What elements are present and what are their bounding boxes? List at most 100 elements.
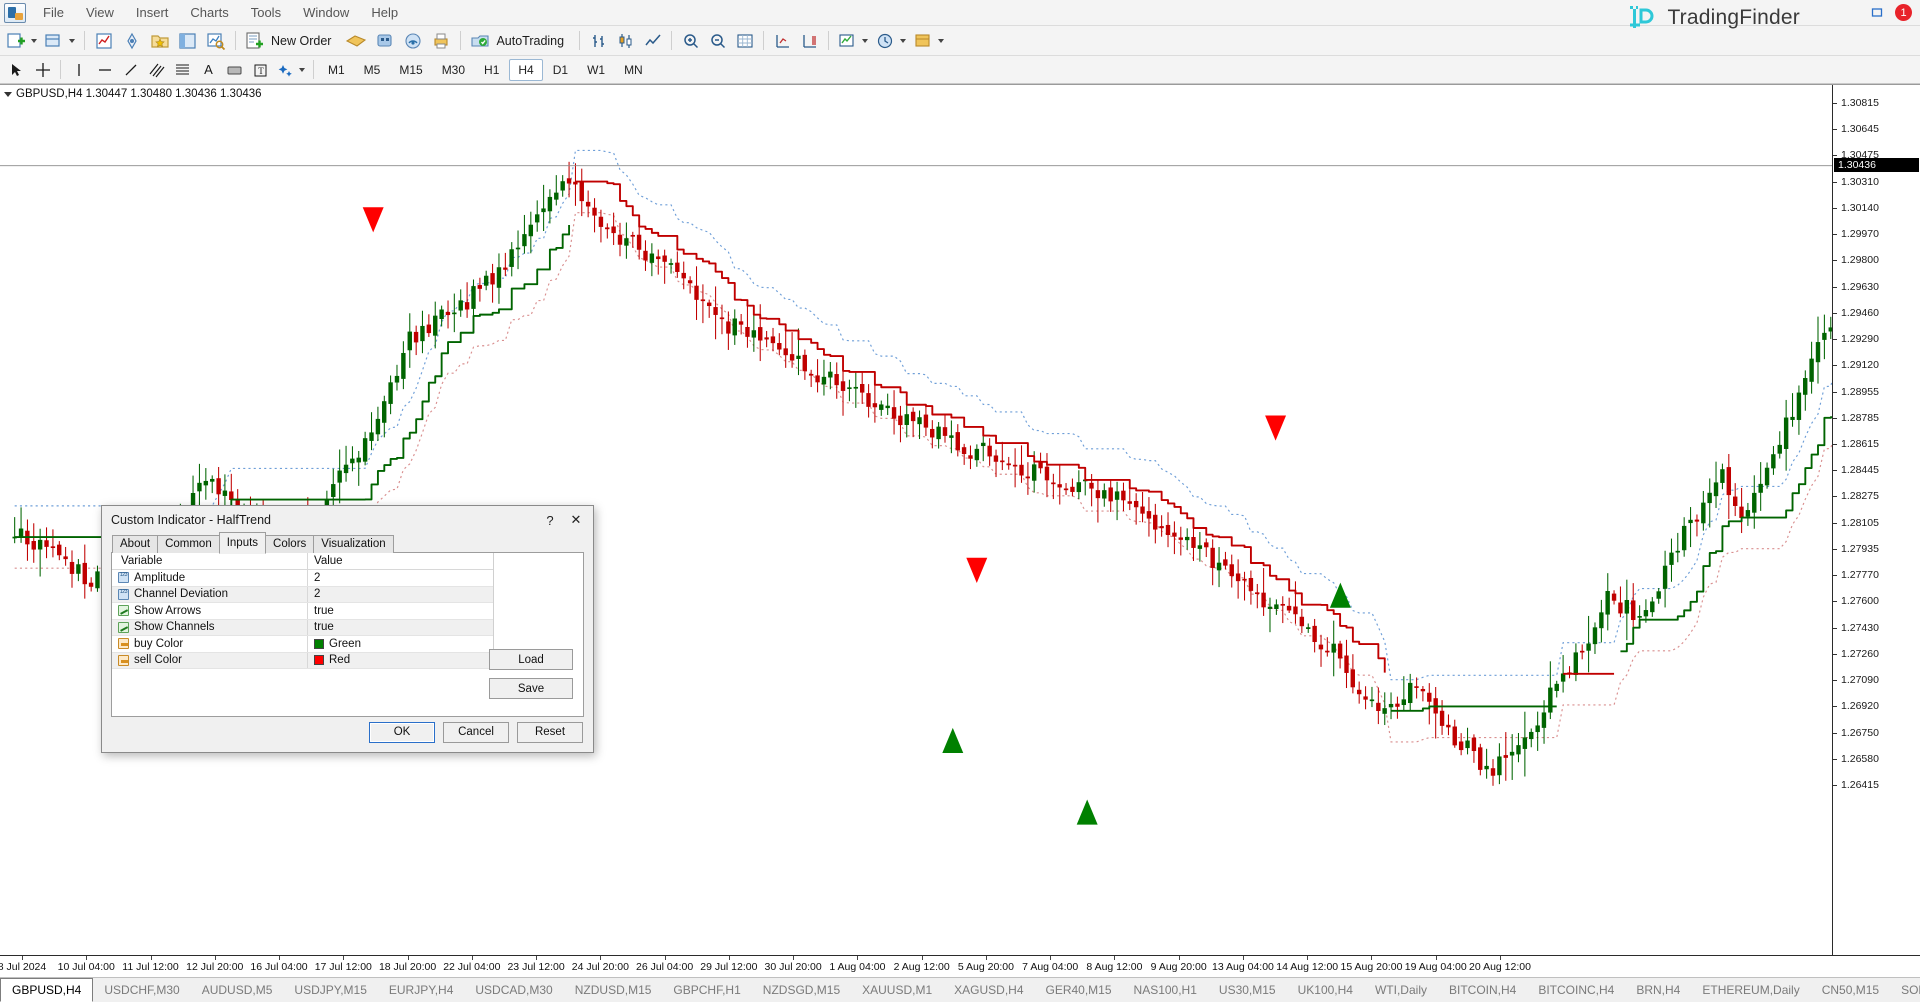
collapse-icon[interactable]: [4, 92, 12, 97]
chart-tab-ethereum-daily[interactable]: ETHEREUM,Daily: [1691, 978, 1810, 1002]
chart-tab-us30-m15[interactable]: US30,M15: [1208, 978, 1287, 1002]
menu-item-file[interactable]: File: [32, 2, 75, 23]
timeframe-m30[interactable]: M30: [433, 59, 474, 81]
chart-shift-icon[interactable]: [770, 28, 795, 53]
chart-tab-usdchf-m30[interactable]: USDCHF,M30: [93, 978, 190, 1002]
text-icon[interactable]: A: [196, 57, 221, 82]
dialog-titlebar[interactable]: Custom Indicator - HalfTrend ? ✕: [102, 506, 593, 534]
indicators-icon[interactable]: [835, 28, 871, 53]
parameter-value-cell[interactable]: Red: [308, 653, 493, 669]
chart-tab-usdcad-m30[interactable]: USDCAD,M30: [464, 978, 563, 1002]
tab-about[interactable]: About: [112, 535, 158, 553]
menu-item-insert[interactable]: Insert: [125, 2, 180, 23]
custom-indicator-dialog[interactable]: Custom Indicator - HalfTrend ? ✕ About C…: [101, 505, 594, 753]
chart-tab-xagusd-h4[interactable]: XAGUSD,H4: [943, 978, 1034, 1002]
chart-tab-nzdsgd-m15[interactable]: NZDSGD,M15: [752, 978, 851, 1002]
parameter-row[interactable]: buy ColorGreen: [112, 636, 493, 653]
chevron-down-icon[interactable]: [69, 39, 75, 43]
timeframe-m1[interactable]: M1: [319, 59, 354, 81]
chevron-down-icon[interactable]: [31, 39, 37, 43]
arrow-symbol-icon[interactable]: [274, 57, 308, 82]
horizontal-line-icon[interactable]: [92, 57, 117, 82]
timeframe-d1[interactable]: D1: [544, 59, 577, 81]
tab-colors[interactable]: Colors: [265, 535, 314, 553]
parameter-value-cell[interactable]: true: [308, 620, 493, 636]
equidistant-channel-icon[interactable]: [144, 57, 169, 82]
market-watch-icon[interactable]: [91, 28, 117, 53]
close-icon[interactable]: ✕: [563, 509, 589, 531]
new-order-button[interactable]: New Order: [242, 28, 340, 53]
parameter-value-cell[interactable]: Green: [308, 636, 493, 652]
chart-tab-wti-daily[interactable]: WTI,Daily: [1364, 978, 1438, 1002]
timeframe-m15[interactable]: M15: [390, 59, 431, 81]
navigator-icon[interactable]: [147, 28, 173, 53]
chart-tab-nzdusd-m15[interactable]: NZDUSD,M15: [564, 978, 663, 1002]
chart-tab-uk100-h4[interactable]: UK100,H4: [1287, 978, 1364, 1002]
timeframe-h1[interactable]: H1: [475, 59, 508, 81]
help-icon[interactable]: ?: [537, 509, 563, 531]
print-icon[interactable]: [428, 28, 454, 53]
chart-tab-ger40-m15[interactable]: GER40,M15: [1035, 978, 1123, 1002]
profiles-icon[interactable]: [42, 28, 78, 53]
timeframe-m5[interactable]: M5: [355, 59, 390, 81]
timeframe-h4[interactable]: H4: [509, 59, 542, 81]
chart-tab-cn50-m15[interactable]: CN50,M15: [1811, 978, 1890, 1002]
vertical-line-icon[interactable]: [66, 57, 91, 82]
chart-tab-usdjpy-m15[interactable]: USDJPY,M15: [283, 978, 377, 1002]
new-chart-icon[interactable]: [4, 28, 40, 53]
parameter-value-cell[interactable]: 2: [308, 587, 493, 603]
auto-scroll-icon[interactable]: [797, 28, 822, 53]
menu-item-view[interactable]: View: [75, 2, 125, 23]
zoom-in-icon[interactable]: [678, 28, 703, 53]
parameter-row[interactable]: Show Channelstrue: [112, 620, 493, 637]
text-box-icon[interactable]: T: [248, 57, 273, 82]
menu-item-help[interactable]: Help: [360, 2, 409, 23]
tab-common[interactable]: Common: [157, 535, 220, 553]
time-scale[interactable]: 8 Jul 202410 Jul 04:0011 Jul 12:0012 Jul…: [0, 955, 1920, 977]
notification-badge[interactable]: 1: [1895, 4, 1912, 21]
load-button[interactable]: Load: [489, 649, 573, 670]
bar-chart-icon[interactable]: [586, 28, 611, 53]
autotrading-button[interactable]: AutoTrading: [467, 28, 573, 53]
fibonacci-retracement-icon[interactable]: [170, 57, 195, 82]
chart-tab-bitcoin-h4[interactable]: BITCOIN,H4: [1438, 978, 1527, 1002]
save-button[interactable]: Save: [489, 678, 573, 699]
chart-tab-eurjpy-h4[interactable]: EURJPY,H4: [378, 978, 464, 1002]
parameter-row[interactable]: Channel Deviation2: [112, 587, 493, 604]
parameter-row[interactable]: Show Arrowstrue: [112, 603, 493, 620]
line-chart-icon[interactable]: [640, 28, 665, 53]
menu-item-window[interactable]: Window: [292, 2, 360, 23]
restore-icon[interactable]: [1870, 5, 1885, 20]
expert-advisors-icon[interactable]: [372, 28, 398, 53]
menu-item-charts[interactable]: Charts: [179, 2, 239, 23]
price-scale[interactable]: 1.308151.306451.304751.303101.301401.299…: [1832, 85, 1920, 955]
chart-tab-bitcoinc-h4[interactable]: BITCOINC,H4: [1527, 978, 1625, 1002]
parameter-row[interactable]: sell ColorRed: [112, 653, 493, 670]
chart-tab-xauusd-m1[interactable]: XAUUSD,M1: [851, 978, 943, 1002]
parameters-grid[interactable]: Variable Value Amplitude2Channel Deviati…: [112, 553, 494, 669]
parameter-value-cell[interactable]: true: [308, 603, 493, 619]
chevron-down-icon[interactable]: [862, 39, 868, 43]
parameter-row[interactable]: Amplitude2: [112, 570, 493, 587]
chart-tab-solana-daily[interactable]: SOLANA,Daily: [1890, 978, 1920, 1002]
ok-button[interactable]: OK: [369, 722, 435, 743]
chart-tab-brn-h4[interactable]: BRN,H4: [1625, 978, 1691, 1002]
cancel-button[interactable]: Cancel: [443, 722, 509, 743]
templates-icon[interactable]: [911, 28, 947, 53]
parameter-value-cell[interactable]: 2: [308, 570, 493, 586]
reset-button[interactable]: Reset: [517, 722, 583, 743]
crosshair-icon[interactable]: [30, 57, 55, 82]
chart-tab-gbpusd-h4[interactable]: GBPUSD,H4: [0, 978, 93, 1002]
cursor-icon[interactable]: [4, 57, 29, 82]
candlestick-chart-icon[interactable]: [613, 28, 638, 53]
periods-icon[interactable]: [873, 28, 909, 53]
terminal-icon[interactable]: [175, 28, 201, 53]
grid-icon[interactable]: [732, 28, 757, 53]
text-label-icon[interactable]: [222, 57, 247, 82]
timeframe-mn[interactable]: MN: [615, 59, 652, 81]
strategy-tester-icon[interactable]: [203, 28, 229, 53]
zoom-out-icon[interactable]: [705, 28, 730, 53]
data-window-icon[interactable]: [119, 28, 145, 53]
chevron-down-icon[interactable]: [299, 68, 305, 72]
metaeditor-icon[interactable]: [342, 28, 370, 53]
